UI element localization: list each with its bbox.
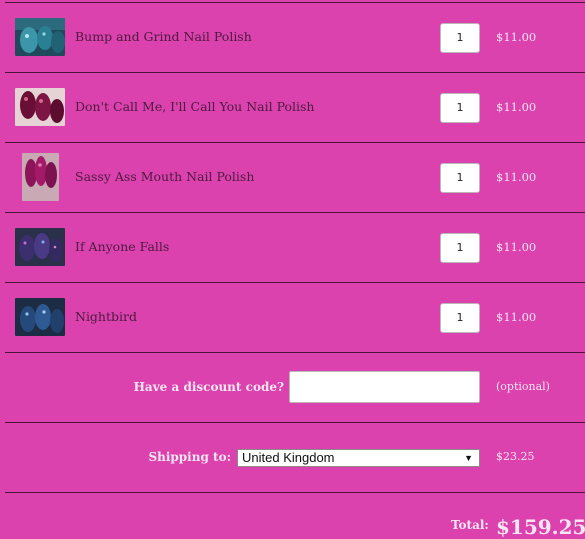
discount-label: Have a discount code?: [133, 380, 284, 394]
cart-item-row: If Anyone Falls 1 $11.00: [0, 212, 585, 282]
product-thumbnail[interactable]: [22, 153, 59, 201]
quantity-input[interactable]: 1: [440, 93, 480, 123]
quantity-input[interactable]: 1: [440, 233, 480, 263]
divider: [5, 492, 585, 493]
item-price: $11.00: [496, 240, 537, 254]
quantity-input[interactable]: 1: [440, 163, 480, 193]
product-name[interactable]: Bump and Grind Nail Polish: [75, 2, 252, 72]
product-name[interactable]: Nightbird: [75, 282, 137, 352]
selected-country: United Kingdom: [242, 450, 335, 465]
total-label: Total:: [451, 518, 489, 532]
item-price: $11.00: [496, 170, 537, 184]
discount-row: Have a discount code? (optional): [0, 352, 585, 422]
quantity-input[interactable]: 1: [440, 23, 480, 53]
product-name[interactable]: Don't Call Me, I'll Call You Nail Polish: [75, 72, 314, 142]
discount-code-input[interactable]: [289, 371, 480, 403]
cart-item-row: Sassy Ass Mouth Nail Polish 1 $11.00: [0, 142, 585, 212]
optional-note: (optional): [496, 380, 550, 393]
item-price: $11.00: [496, 30, 537, 44]
product-name[interactable]: If Anyone Falls: [75, 212, 169, 282]
shipping-price: $23.25: [496, 450, 535, 463]
dropdown-arrow-icon: ▼: [464, 453, 473, 463]
cart-item-row: Don't Call Me, I'll Call You Nail Polish…: [0, 72, 585, 142]
shipping-row: Shipping to: United Kingdom ▼ $23.25: [0, 422, 585, 492]
product-thumbnail[interactable]: [15, 228, 65, 266]
product-name[interactable]: Sassy Ass Mouth Nail Polish: [75, 142, 254, 212]
item-price: $11.00: [496, 100, 537, 114]
shipping-country-select[interactable]: United Kingdom ▼: [237, 449, 480, 467]
product-thumbnail[interactable]: [15, 298, 65, 336]
cart-item-row: Bump and Grind Nail Polish 1 $11.00: [0, 2, 585, 72]
product-thumbnail[interactable]: [15, 88, 65, 126]
product-thumbnail[interactable]: [15, 18, 65, 56]
total-value: $159.25: [496, 515, 585, 539]
cart-item-row: Nightbird 1 $11.00: [0, 282, 585, 352]
item-price: $11.00: [496, 310, 537, 324]
shipping-label: Shipping to:: [148, 450, 231, 464]
quantity-input[interactable]: 1: [440, 303, 480, 333]
